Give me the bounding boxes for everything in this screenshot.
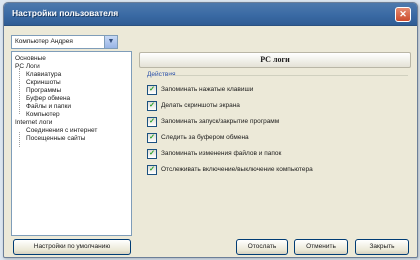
checkbox-checked[interactable]: ✓ [147,133,157,143]
checkbox-checked[interactable]: ✓ [147,101,157,111]
tree-connector [19,132,20,147]
close-button[interactable]: Закрыть [355,239,409,255]
tree-item-computer[interactable]: Компьютер [26,111,60,119]
option-label: Запоминать нажатые клавиши [161,86,254,93]
defaults-button[interactable]: Настройки по умолчанию [13,239,131,255]
tree-item-connections[interactable]: Соединения с интернет [26,127,97,135]
tree-item-internet-logs[interactable]: Internet логи [15,119,52,127]
tree-item-programs[interactable]: Программы [26,87,61,95]
user-select-dropdown[interactable]: Компьютер Андрея ▼ [11,35,118,49]
checkbox-checked[interactable]: ✓ [147,117,157,127]
tree-item-screenshots[interactable]: Скриншоты [26,79,61,87]
cancel-button[interactable]: Отослать [236,239,288,255]
option-label: Отслеживать включение/выключение компьют… [161,166,313,173]
option-label: Делать скриншоты экрана [161,102,240,109]
settings-tree: Основные PC Логи Клавиатура Скриншоты Пр… [11,51,132,236]
checkbox-checked[interactable]: ✓ [147,149,157,159]
chevron-down-icon[interactable]: ▼ [104,36,117,48]
settings-window: Настройки пользователя ✕ Компьютер Андре… [3,2,418,258]
window-client-area: Компьютер Андрея ▼ Основные PC Логи Клав… [4,26,417,257]
option-label: Запоминать изменения файлов и папок [161,150,282,157]
tree-connector [19,68,20,114]
tree-item-files-folders[interactable]: Файлы и папки [26,103,71,111]
apply-button[interactable]: Отменить [294,239,348,255]
window-title: Настройки пользователя [12,8,119,18]
tree-item-pc-logs[interactable]: PC Логи [15,63,40,71]
user-select-value: Компьютер Андрея [15,38,73,45]
tree-item-visited-sites[interactable]: Посещенные сайты [26,135,85,143]
checkbox-checked[interactable]: ✓ [147,85,157,95]
title-bar[interactable]: Настройки пользователя ✕ [4,3,417,26]
section-divider [168,75,408,76]
panel-header: PC логи [139,52,411,68]
tree-item-clipboard[interactable]: Буфер обмена [26,95,70,103]
option-label: Следить за буфером обмена [161,134,249,141]
tree-item-keyboard[interactable]: Клавиатура [26,71,61,79]
tree-item-general[interactable]: Основные [15,55,46,63]
checkbox-checked[interactable]: ✓ [147,165,157,175]
option-label: Запоминать запуск/закрытие программ [161,118,280,125]
close-icon[interactable]: ✕ [395,7,411,22]
